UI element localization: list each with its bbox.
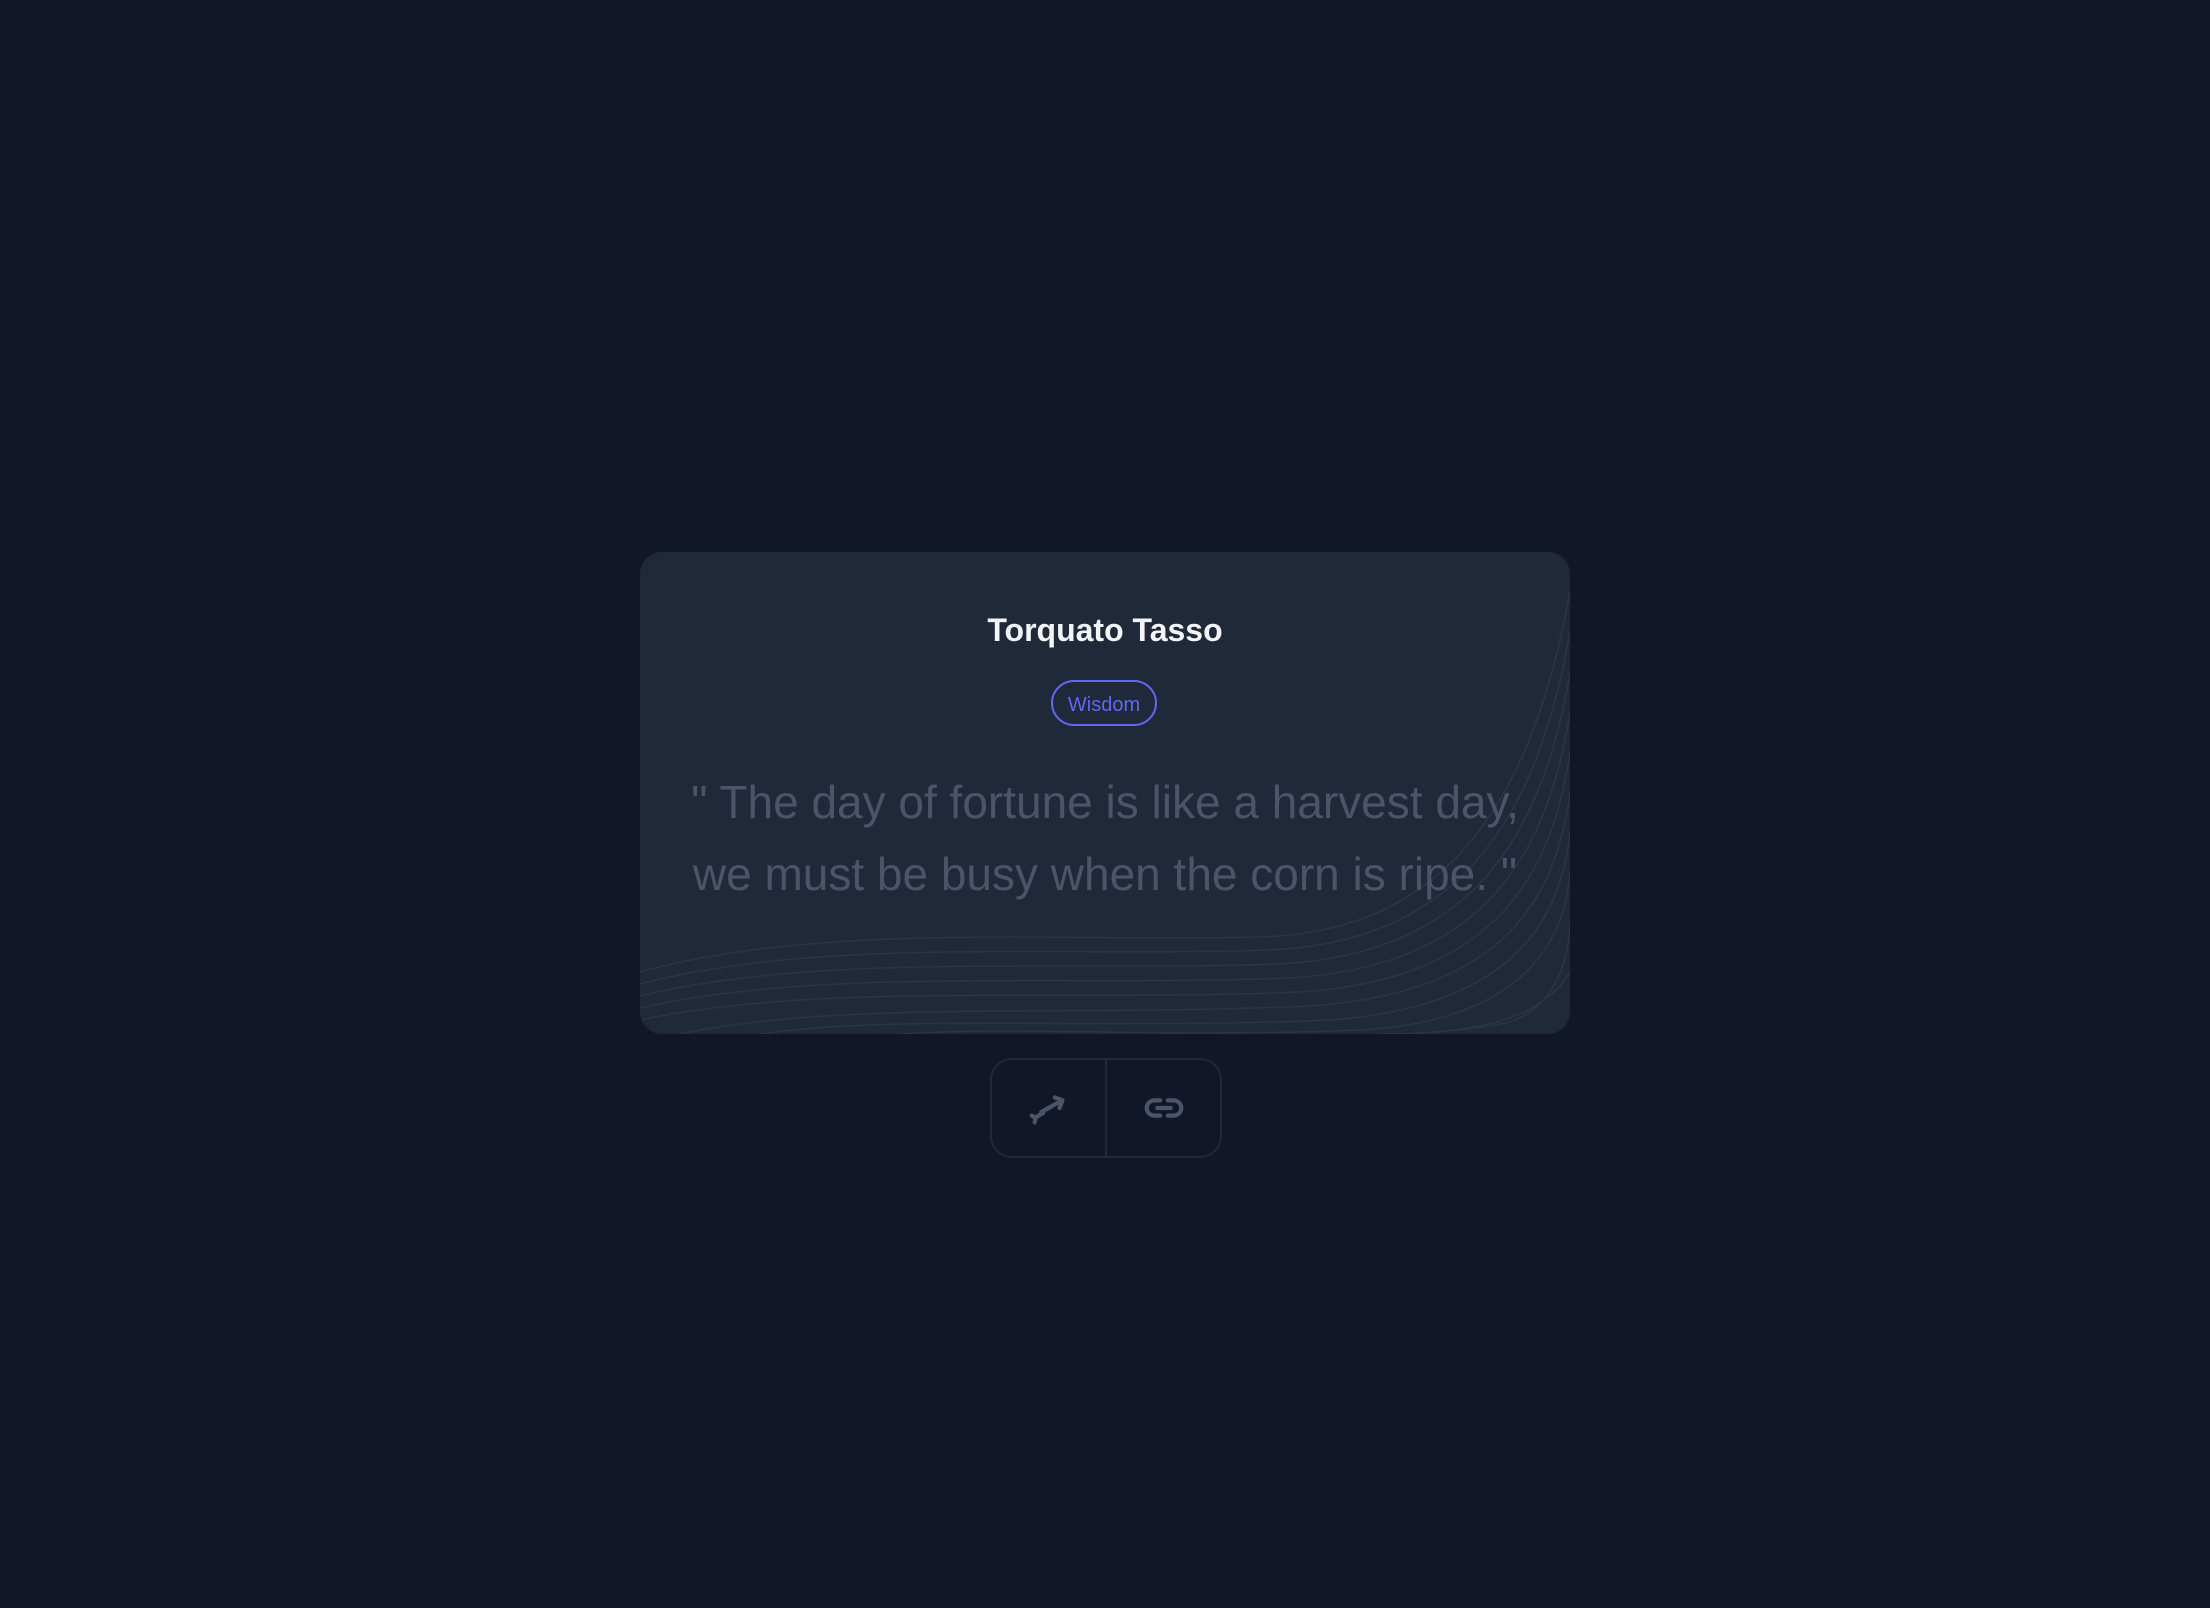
action-buttons (990, 1058, 1222, 1158)
swap-arrows-icon (1029, 1095, 1065, 1125)
quote-text: " The day of fortune is like a harvest d… (691, 776, 1519, 900)
shuffle-quote-button[interactable] (992, 1060, 1105, 1156)
link-icon (1144, 1098, 1183, 1118)
category-tag[interactable]: Wisdom (1051, 680, 1157, 726)
page: Torquato Tasso Wisdom " The day of fortu… (0, 0, 2210, 1608)
quote-author: Torquato Tasso (987, 612, 1223, 648)
copy-link-button[interactable] (1105, 1060, 1220, 1156)
quote-card: Torquato Tasso Wisdom " The day of fortu… (640, 552, 1570, 1034)
